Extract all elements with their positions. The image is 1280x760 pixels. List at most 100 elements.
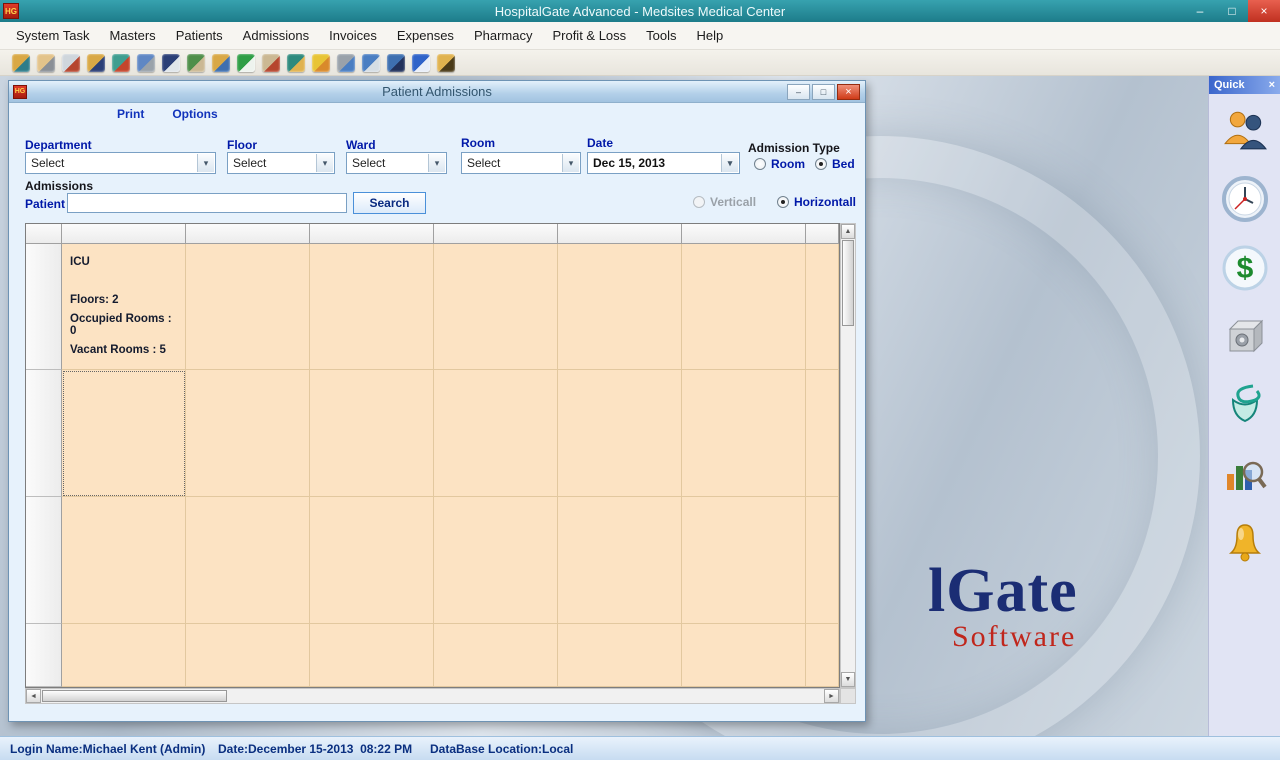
messages-icon[interactable]	[312, 54, 330, 72]
imaging-icon[interactable]	[187, 54, 205, 72]
grid-cell[interactable]	[806, 624, 839, 687]
grid-cell[interactable]	[186, 370, 310, 497]
admission-type-room-radio[interactable]: Room	[754, 157, 805, 171]
grid-row-header[interactable]	[26, 370, 62, 497]
grid-row-header[interactable]	[26, 624, 62, 687]
child-restore-button[interactable]: □	[812, 84, 835, 100]
room-select[interactable]: Select ▾	[461, 152, 581, 174]
documents-icon[interactable]	[337, 54, 355, 72]
admission-icon[interactable]	[12, 54, 30, 72]
icu-department-cell[interactable]: ICU Floors: 2 Occupied Rooms : 0 Vacant …	[62, 244, 186, 370]
child-close-button[interactable]: ×	[837, 84, 860, 100]
department-select[interactable]: Select ▾	[25, 152, 216, 174]
patient-search-input[interactable]	[67, 193, 347, 213]
people-icon[interactable]	[1221, 106, 1269, 154]
search-button[interactable]: Search	[353, 192, 426, 214]
beds-icon[interactable]	[137, 54, 155, 72]
grid-cell[interactable]	[682, 370, 806, 497]
grid-cell[interactable]	[434, 244, 558, 370]
grid-cell[interactable]	[310, 497, 434, 624]
menu-expenses[interactable]: Expenses	[387, 23, 464, 48]
grid-cell[interactable]	[682, 244, 806, 370]
lab-results-icon[interactable]	[112, 54, 130, 72]
horizontal-scrollbar[interactable]: ◄ ►	[25, 688, 840, 704]
menu-print[interactable]: Print	[117, 107, 144, 121]
report-search-icon[interactable]	[1221, 451, 1269, 499]
horizontal-layout-radio[interactable]: Horizontall	[777, 195, 856, 209]
grid-cell[interactable]	[682, 624, 806, 687]
patient-icon[interactable]	[37, 54, 55, 72]
menu-options[interactable]: Options	[172, 107, 217, 121]
tools-icon[interactable]	[362, 54, 380, 72]
bell-icon[interactable]	[1221, 520, 1269, 568]
grid-cell[interactable]	[62, 624, 186, 687]
menu-profit-loss[interactable]: Profit & Loss	[542, 23, 636, 48]
horizontal-scroll-thumb[interactable]	[42, 690, 227, 702]
chevron-down-icon[interactable]: ▾	[562, 154, 579, 172]
settings-icon[interactable]	[387, 54, 405, 72]
calendar-dropdown-icon[interactable]: ▾	[721, 154, 738, 172]
minimize-button[interactable]: –	[1184, 0, 1216, 22]
grid-cell[interactable]	[310, 370, 434, 497]
vertical-scrollbar[interactable]: ▲ ▼	[840, 223, 856, 688]
grid-cell[interactable]	[558, 624, 682, 687]
grid-cell[interactable]	[806, 244, 839, 370]
grid-cell[interactable]	[434, 624, 558, 687]
scroll-up-icon[interactable]: ▲	[841, 224, 855, 239]
pharmacy-icon[interactable]	[1221, 382, 1269, 430]
grid-cell[interactable]	[186, 244, 310, 370]
scroll-right-icon[interactable]: ►	[824, 689, 839, 703]
menu-masters[interactable]: Masters	[99, 23, 165, 48]
grid-cell[interactable]	[558, 370, 682, 497]
menu-invoices[interactable]: Invoices	[319, 23, 387, 48]
grid-cell[interactable]	[186, 497, 310, 624]
grid-cell[interactable]	[558, 497, 682, 624]
patient-admissions-titlebar[interactable]: HG Patient Admissions – □ ×	[9, 81, 865, 103]
clock-icon[interactable]	[1221, 175, 1269, 223]
receipts-icon[interactable]	[262, 54, 280, 72]
grid-row-header[interactable]	[26, 244, 62, 370]
grid-cell[interactable]	[682, 497, 806, 624]
injection-icon[interactable]	[87, 54, 105, 72]
chevron-down-icon[interactable]: ▾	[428, 154, 445, 172]
menu-help[interactable]: Help	[687, 23, 734, 48]
date-picker[interactable]: Dec 15, 2013 ▾	[587, 152, 740, 174]
menu-system-task[interactable]: System Task	[6, 23, 99, 48]
close-button[interactable]: ×	[1248, 0, 1280, 22]
maximize-button[interactable]: □	[1216, 0, 1248, 22]
payments-icon[interactable]	[237, 54, 255, 72]
floor-select[interactable]: Select ▾	[227, 152, 335, 174]
quick-panel-close-icon[interactable]: ×	[1269, 79, 1275, 91]
grid-cell[interactable]	[62, 497, 186, 624]
procedure-icon[interactable]	[62, 54, 80, 72]
menu-pharmacy[interactable]: Pharmacy	[464, 23, 543, 48]
scroll-down-icon[interactable]: ▼	[841, 672, 855, 687]
grid-cell[interactable]	[434, 370, 558, 497]
menu-admissions[interactable]: Admissions	[233, 23, 319, 48]
dollar-icon[interactable]: $	[1221, 244, 1269, 292]
grid-selected-cell[interactable]	[62, 370, 186, 497]
ward-select[interactable]: Select ▾	[346, 152, 447, 174]
grid-cell[interactable]	[310, 624, 434, 687]
vertical-scroll-thumb[interactable]	[842, 240, 854, 326]
grid-cell[interactable]	[806, 370, 839, 497]
scroll-left-icon[interactable]: ◄	[26, 689, 41, 703]
menu-tools[interactable]: Tools	[636, 23, 686, 48]
schedule-icon[interactable]	[162, 54, 180, 72]
grid-cell[interactable]	[434, 497, 558, 624]
help-icon[interactable]	[412, 54, 430, 72]
grid-cell[interactable]	[806, 497, 839, 624]
chevron-down-icon[interactable]: ▾	[316, 154, 333, 172]
grid-cell[interactable]	[186, 624, 310, 687]
package-icon[interactable]	[1221, 313, 1269, 361]
billing-icon[interactable]	[212, 54, 230, 72]
grid-row-header[interactable]	[26, 497, 62, 624]
grid-cell[interactable]	[558, 244, 682, 370]
pharmacy-toolbar-icon[interactable]	[287, 54, 305, 72]
child-minimize-button[interactable]: –	[787, 84, 810, 100]
chevron-down-icon[interactable]: ▾	[197, 154, 214, 172]
menu-patients[interactable]: Patients	[166, 23, 233, 48]
grid-cell[interactable]	[310, 244, 434, 370]
logout-icon[interactable]	[437, 54, 455, 72]
admission-type-bed-radio[interactable]: Bed	[815, 157, 855, 171]
